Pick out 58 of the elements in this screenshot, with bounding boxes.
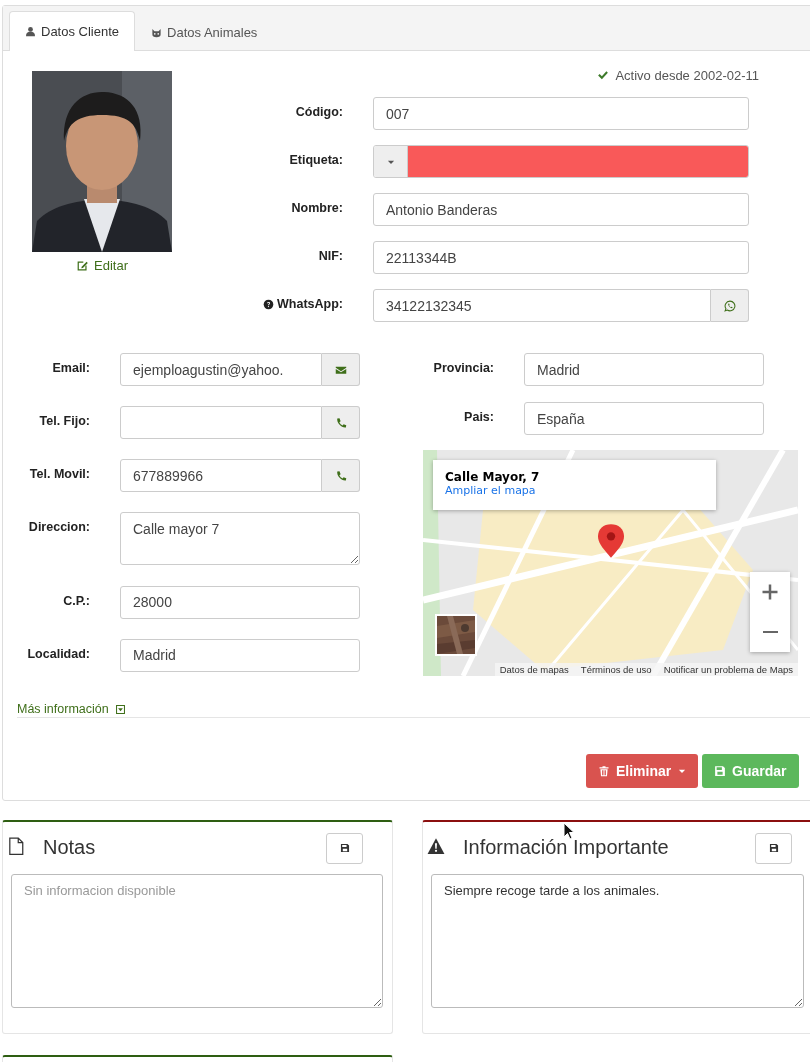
trash-icon: [598, 765, 610, 777]
map-footer-link[interactable]: Notificar un problema de Maps: [663, 664, 793, 675]
field-label: WhatsApp:: [277, 297, 343, 311]
edit-icon: [76, 259, 89, 272]
plus-icon: [760, 582, 780, 602]
save-button[interactable]: [326, 832, 363, 864]
user-icon: [25, 26, 36, 37]
field-label: Direccion:: [27, 519, 90, 535]
input-field[interactable]: 007: [373, 97, 749, 130]
delete-button[interactable]: Eliminar: [586, 754, 698, 788]
field-label: Localidad:: [26, 645, 90, 661]
addon-button[interactable]: [711, 289, 749, 322]
field-label: Tel. Movil:: [28, 466, 90, 482]
input-field[interactable]: [120, 406, 322, 440]
field-label: C.P.:: [62, 592, 90, 608]
zoom-in-button[interactable]: [750, 572, 790, 612]
text-area[interactable]: Sin informacion disponible: [11, 874, 383, 1008]
file-icon: [7, 836, 25, 856]
minus-icon: [762, 630, 778, 634]
warning-icon: [427, 836, 445, 856]
input-field[interactable]: Calle mayor 7: [120, 512, 360, 566]
card-title: Notas: [43, 835, 97, 860]
text-area[interactable]: Siempre recoge tarde a los animales.: [431, 874, 804, 1008]
input-field[interactable]: Madrid: [524, 353, 764, 386]
input-field[interactable]: 22113344B: [373, 241, 749, 274]
tab[interactable]: Datos Cliente: [9, 11, 136, 51]
field-label: Tel. Fijo:: [38, 413, 90, 429]
save-button[interactable]: [755, 832, 792, 864]
input-field[interactable]: España: [524, 402, 764, 435]
cat-icon: [151, 26, 163, 38]
input-field[interactable]: ejemploagustin@yahoo.: [120, 353, 322, 386]
map-pin-icon[interactable]: [598, 524, 624, 558]
map-footer-link[interactable]: Datos de mapas: [499, 664, 569, 675]
whatsapp-icon: [723, 299, 736, 312]
more-info-link[interactable]: Más información: [17, 702, 126, 716]
phone-icon: [334, 416, 347, 429]
card-title: Información Importante: [463, 835, 670, 860]
input-field[interactable]: 28000: [120, 585, 360, 619]
map-footer-link[interactable]: Términos de uso: [580, 664, 652, 675]
field-label: Pais:: [463, 409, 494, 424]
input-field[interactable]: 677889966: [120, 459, 322, 493]
field-label: Nombre:: [290, 200, 343, 215]
place-title: Calle Mayor, 7: [445, 470, 541, 484]
field-label: Provincia:: [432, 360, 494, 375]
enlarge-map-link[interactable]: Ampliar el mapa: [445, 484, 704, 497]
edit-link[interactable]: Editar: [32, 258, 172, 273]
addon-button[interactable]: [322, 353, 360, 386]
field-label: Código:: [294, 104, 343, 119]
phone-icon: [334, 469, 347, 482]
field-label: NIF:: [317, 248, 343, 263]
field-label: Etiqueta:: [288, 152, 343, 167]
input-field[interactable]: Antonio Banderas: [373, 193, 749, 226]
input-field[interactable]: Madrid: [120, 638, 360, 672]
cursor-icon: [563, 822, 575, 840]
input-field[interactable]: 34122132345: [373, 289, 711, 322]
field-label: Email:: [51, 360, 90, 375]
tab[interactable]: Datos Animales: [135, 12, 274, 51]
status-text: Activo desde 2002-02-11: [615, 67, 759, 83]
